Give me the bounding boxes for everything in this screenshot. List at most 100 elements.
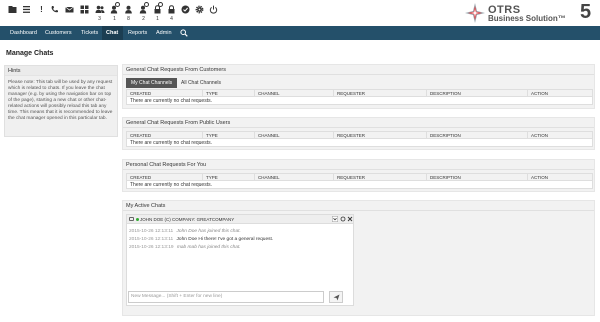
column-header: CREATED: [126, 89, 203, 97]
top-toolbar: ! 3 1 8 2 1 4 OTRS Business Solution™ 5: [0, 0, 600, 26]
user-count: 8: [127, 16, 130, 22]
chevron-down-icon[interactable]: [332, 216, 338, 222]
grid-icon[interactable]: [80, 5, 89, 14]
exclamation-icon[interactable]: !: [37, 5, 46, 14]
column-header: DESCRIPTION: [426, 89, 528, 97]
message-text: mab mab has joined this chat.: [176, 245, 241, 250]
nav-dashboard[interactable]: Dashboard: [0, 26, 40, 40]
table-header-row: CREATED TYPE CHANNEL REQUESTER DESCRIPTI…: [126, 131, 593, 139]
column-header: CREATED: [126, 131, 203, 139]
logo-text-product: Business Solution™: [488, 14, 566, 23]
online-status-icon: [136, 218, 139, 221]
column-header: REQUESTER: [333, 173, 427, 181]
empty-message: There are currently no chat requests.: [126, 180, 593, 189]
check-circle-icon[interactable]: [181, 5, 190, 14]
panel-public-requests: General Chat Requests From Public Users …: [122, 117, 595, 150]
column-header: ACTION: [527, 173, 593, 181]
panel-title: General Chat Requests From Customers: [123, 65, 594, 75]
chat-message: 2015-10-26 12:13:11 John Doe has joined …: [129, 228, 351, 236]
mail-icon[interactable]: [65, 5, 74, 14]
lock-icon[interactable]: [167, 5, 176, 14]
send-icon: [333, 294, 339, 301]
chat-message: 2015-10-26 12:13:11 John Doe Hi there! I…: [129, 236, 351, 244]
column-header: ACTION: [527, 131, 593, 139]
column-header: REQUESTER: [333, 89, 427, 97]
users-count: 3: [98, 16, 101, 22]
column-header: CHANNEL: [254, 131, 334, 139]
message-author: John Doe: [176, 237, 198, 242]
column-header: ACTION: [527, 89, 593, 97]
panel-customer-requests: General Chat Requests From Customers My …: [122, 64, 595, 109]
send-button[interactable]: [329, 291, 343, 303]
column-header: TYPE: [202, 131, 255, 139]
gear-icon[interactable]: [195, 5, 204, 14]
otrs-logo: OTRS Business Solution™ 5: [464, 1, 600, 26]
message-text: John Doe has joined this chat.: [176, 229, 241, 234]
column-header: DESCRIPTION: [426, 131, 528, 139]
table-row: There are currently no chat requests.: [126, 96, 593, 105]
new-message-input[interactable]: New Message... (Shift + Enter for new li…: [128, 291, 324, 303]
panel-personal-requests: Personal Chat Requests For You CREATED T…: [122, 159, 595, 192]
message-timestamp: 2015-10-26 12:13:11: [129, 237, 174, 242]
panel-title: My Active Chats: [123, 201, 594, 211]
refresh-icon[interactable]: [340, 216, 346, 222]
chat-messages: 2015-10-26 12:13:11 John Doe has joined …: [127, 224, 353, 252]
panel-title: General Chat Requests From Public Users: [123, 118, 594, 128]
close-icon[interactable]: [347, 216, 353, 222]
clock-badge-icon: [115, 2, 120, 7]
message-timestamp: 2015-10-26 12:13:11: [129, 229, 174, 234]
logo-version: 5: [580, 1, 592, 23]
chat-bubble-icon: [129, 217, 134, 221]
column-header: TYPE: [202, 89, 255, 97]
page-title: Manage Chats: [6, 50, 54, 57]
lock-count: 4: [170, 16, 173, 22]
nav-reports[interactable]: Reports: [123, 26, 153, 40]
chat-header: JOHN DOE (C) COMPANY: GREATCOMPANY: [127, 215, 353, 224]
table-header-row: CREATED TYPE CHANNEL REQUESTER DESCRIPTI…: [126, 173, 593, 181]
otrs-star-icon: [465, 3, 485, 23]
requests-table: CREATED TYPE CHANNEL REQUESTER DESCRIPTI…: [126, 89, 593, 105]
table-row: There are currently no chat requests.: [126, 138, 593, 147]
search-icon[interactable]: [180, 29, 188, 37]
hints-text: Please note: This tab will be used by an…: [8, 80, 113, 121]
column-header: TYPE: [202, 173, 255, 181]
hints-title: Hints: [5, 66, 117, 76]
empty-message: There are currently no chat requests.: [126, 96, 593, 105]
nav-chat[interactable]: Chat: [102, 26, 123, 40]
requests-table: CREATED TYPE CHANNEL REQUESTER DESCRIPTI…: [126, 173, 593, 189]
panel-title: Personal Chat Requests For You: [123, 160, 594, 170]
user-clock-count: 1: [113, 16, 116, 22]
nav-admin[interactable]: Admin: [153, 26, 177, 40]
star-badge-icon: [144, 2, 149, 7]
requests-table: CREATED TYPE CHANNEL REQUESTER DESCRIPTI…: [126, 131, 593, 147]
main-navigation: Dashboard Customers Tickets Chat Reports…: [0, 26, 600, 40]
chat-message: 2015-10-26 12:13:19 mab mab has joined t…: [129, 244, 351, 252]
user-icon[interactable]: [124, 5, 133, 14]
tab-my-chat-channels[interactable]: My Chat Channels: [126, 78, 178, 88]
hints-box: Hints Please note: This tab will be used…: [4, 65, 118, 137]
column-header: REQUESTER: [333, 131, 427, 139]
nav-customers[interactable]: Customers: [40, 26, 76, 40]
message-text: Hi there! I've got a general request.: [198, 237, 274, 242]
column-header: DESCRIPTION: [426, 173, 528, 181]
nav-tickets[interactable]: Tickets: [76, 26, 102, 40]
tab-all-chat-channels[interactable]: All Chat Channels: [176, 78, 226, 88]
empty-message: There are currently no chat requests.: [126, 138, 593, 147]
table-header-row: CREATED TYPE CHANNEL REQUESTER DESCRIPTI…: [126, 89, 593, 97]
folder-icon[interactable]: [8, 5, 17, 14]
table-row: There are currently no chat requests.: [126, 180, 593, 189]
message-timestamp: 2015-10-26 12:13:19: [129, 245, 174, 250]
chat-participant: JOHN DOE (C) COMPANY: GREATCOMPANY: [140, 217, 235, 222]
active-chat-window: JOHN DOE (C) COMPANY: GREATCOMPANY 2015-…: [126, 214, 354, 306]
column-header: CREATED: [126, 173, 203, 181]
clock-badge-icon: [158, 2, 163, 7]
power-icon[interactable]: [209, 5, 218, 14]
chat-channel-tabs: My Chat Channels All Chat Channels: [126, 78, 591, 88]
user-star-count: 2: [142, 16, 145, 22]
phone-icon[interactable]: [50, 5, 59, 14]
users-icon[interactable]: [95, 5, 105, 14]
column-header: CHANNEL: [254, 173, 334, 181]
lock-clock-count: 1: [156, 16, 159, 22]
list-icon[interactable]: [22, 5, 31, 14]
column-header: CHANNEL: [254, 89, 334, 97]
